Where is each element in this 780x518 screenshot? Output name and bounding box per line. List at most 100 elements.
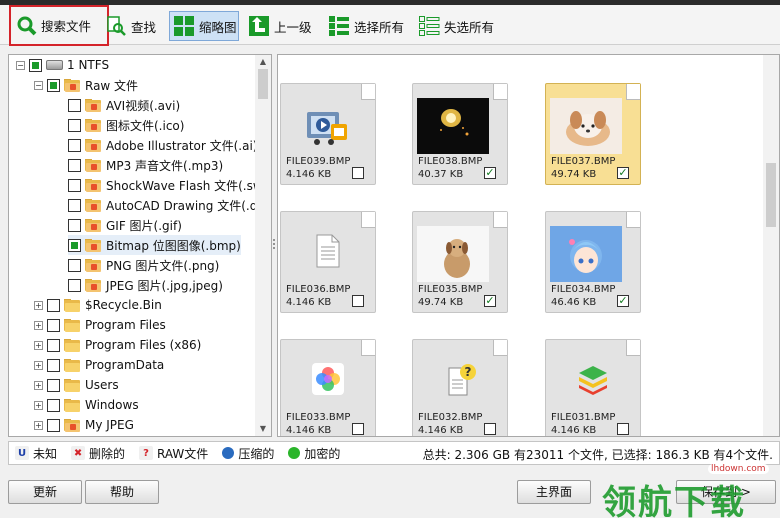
help-button[interactable]: 帮助 bbox=[85, 480, 159, 504]
collapse-icon[interactable]: − bbox=[34, 80, 43, 90]
file-card[interactable]: FILE033.BMP 4.146 KB bbox=[280, 339, 376, 436]
folder-icon bbox=[64, 378, 81, 392]
file-card[interactable]: FILE038.BMP 40.37 KB ✓ bbox=[412, 83, 508, 185]
video-player-icon bbox=[301, 98, 351, 148]
tree-checkbox[interactable] bbox=[68, 218, 81, 232]
expand-icon[interactable]: + bbox=[34, 320, 43, 330]
home-button[interactable]: 主界面 bbox=[517, 480, 591, 504]
tree-checkbox[interactable] bbox=[47, 418, 60, 432]
tree-item-programdata[interactable]: + ProgramData bbox=[34, 355, 164, 375]
tree-item-ai[interactable]: Adobe Illustrator 文件(.ai) bbox=[68, 135, 258, 155]
expand-icon[interactable]: + bbox=[34, 360, 43, 370]
folder-icon bbox=[85, 118, 102, 132]
pane-splitter[interactable] bbox=[272, 54, 276, 437]
tree-checkbox[interactable] bbox=[68, 138, 81, 152]
file-size: 49.74 KB bbox=[551, 169, 597, 180]
thumbnails-label: 缩略图 bbox=[199, 19, 237, 35]
tree-item-users[interactable]: + Users bbox=[34, 375, 119, 395]
find-icon bbox=[107, 16, 126, 36]
scrollbar-thumb[interactable] bbox=[258, 69, 268, 99]
tree-item-bmp[interactable]: Bitmap 位图图像(.bmp) bbox=[68, 235, 241, 255]
grid-scrollbar[interactable] bbox=[763, 55, 779, 436]
tree-checkbox[interactable] bbox=[47, 298, 60, 312]
tree-item-swf[interactable]: ShockWave Flash 文件(.sw bbox=[68, 175, 263, 195]
tree-checkbox[interactable] bbox=[68, 118, 81, 132]
tree-item-windows[interactable]: + Windows bbox=[34, 395, 139, 415]
file-name: FILE038.BMP bbox=[418, 156, 483, 167]
expand-icon[interactable]: + bbox=[34, 300, 43, 310]
tree-item-label: PNG 图片文件(.png) bbox=[106, 258, 220, 273]
scrollbar-thumb[interactable] bbox=[766, 163, 776, 227]
scroll-down-icon[interactable]: ▼ bbox=[255, 422, 271, 436]
file-checkbox[interactable]: ✓ bbox=[617, 295, 629, 307]
tree-checkbox[interactable] bbox=[68, 178, 81, 192]
file-checkbox[interactable]: ✓ bbox=[484, 167, 496, 179]
tree-item-ico[interactable]: 图标文件(.ico) bbox=[68, 115, 184, 135]
up-level-label: 上一级 bbox=[274, 19, 312, 35]
tree-checkbox[interactable] bbox=[47, 398, 60, 412]
tree-checkbox[interactable] bbox=[29, 58, 42, 72]
file-checkbox[interactable] bbox=[352, 167, 364, 179]
file-checkbox[interactable]: ✓ bbox=[617, 167, 629, 179]
tree-item-label: Users bbox=[85, 378, 119, 392]
expand-icon[interactable]: + bbox=[34, 400, 43, 410]
folder-icon bbox=[85, 278, 102, 292]
tree-item-gif[interactable]: GIF 图片(.gif) bbox=[68, 215, 182, 235]
tree-item-program-files[interactable]: + Program Files bbox=[34, 315, 166, 335]
file-checkbox[interactable] bbox=[352, 423, 364, 435]
tree-checkbox[interactable] bbox=[47, 318, 60, 332]
collapse-icon[interactable]: − bbox=[16, 60, 25, 70]
tree-item-ntfs[interactable]: − 1 NTFS bbox=[16, 55, 109, 75]
find-button[interactable]: 查找 bbox=[107, 11, 156, 41]
file-card[interactable]: FILE035.BMP 49.74 KB ✓ bbox=[412, 211, 508, 313]
tree-checkbox[interactable] bbox=[68, 198, 81, 212]
thumbnails-button[interactable]: 缩略图 bbox=[169, 11, 239, 41]
select-all-button[interactable]: 选择所有 bbox=[328, 11, 404, 41]
file-checkbox[interactable] bbox=[352, 295, 364, 307]
document-icon bbox=[315, 234, 341, 268]
file-card[interactable]: FILE034.BMP 46.46 KB ✓ bbox=[545, 211, 641, 313]
tree-item-png[interactable]: PNG 图片文件(.png) bbox=[68, 255, 219, 275]
tree-item-label: GIF 图片(.gif) bbox=[106, 218, 182, 233]
tree-item-label: ProgramData bbox=[85, 358, 165, 372]
tree-checkbox[interactable] bbox=[68, 258, 81, 272]
file-card[interactable]: FILE031.BMP 4.146 KB bbox=[545, 339, 641, 436]
file-checkbox[interactable]: ✓ bbox=[484, 295, 496, 307]
tree-checkbox[interactable] bbox=[47, 378, 60, 392]
tree-item-avi[interactable]: AVI视频(.avi) bbox=[68, 95, 180, 115]
search-files-button[interactable]: 搜索文件 bbox=[9, 5, 109, 46]
deselect-all-button[interactable]: 失选所有 bbox=[418, 11, 494, 41]
file-card[interactable]: FILE039.BMP 4.146 KB bbox=[280, 83, 376, 185]
tree-checkbox[interactable] bbox=[68, 98, 81, 112]
scroll-up-icon[interactable]: ▲ bbox=[255, 55, 271, 69]
tree-item-recycle-bin[interactable]: + $Recycle.Bin bbox=[34, 295, 162, 315]
tree-checkbox[interactable] bbox=[47, 338, 60, 352]
tree-item-mp3[interactable]: MP3 声音文件(.mp3) bbox=[68, 155, 223, 175]
tree-checkbox[interactable] bbox=[47, 78, 60, 92]
tree-scrollbar[interactable]: ▲ ▼ bbox=[255, 55, 271, 436]
tree-item-program-files-x86[interactable]: + Program Files (x86) bbox=[34, 335, 201, 355]
unknown-file-icon: ? bbox=[447, 362, 477, 396]
expand-icon[interactable]: + bbox=[34, 380, 43, 390]
tree-checkbox[interactable] bbox=[47, 358, 60, 372]
folder-icon bbox=[64, 78, 81, 92]
tree-item-raw[interactable]: − Raw 文件 bbox=[34, 75, 138, 95]
tree-item-my-jpeg[interactable]: + My JPEG bbox=[34, 415, 134, 435]
file-card[interactable]: ? FILE032.BMP 4.146 KB bbox=[412, 339, 508, 436]
file-card-selected[interactable]: FILE037.BMP 49.74 KB ✓ bbox=[545, 83, 641, 185]
tree-checkbox[interactable] bbox=[68, 158, 81, 172]
expand-icon[interactable]: + bbox=[34, 340, 43, 350]
folder-icon bbox=[85, 138, 102, 152]
tree-checkbox[interactable] bbox=[68, 278, 81, 292]
tree-item-jpeg[interactable]: JPEG 图片(.jpg,jpeg) bbox=[68, 275, 223, 295]
expand-icon[interactable]: + bbox=[34, 420, 43, 430]
file-checkbox[interactable] bbox=[617, 423, 629, 435]
up-level-button[interactable]: 上一级 bbox=[248, 11, 312, 41]
refresh-button[interactable]: 更新 bbox=[8, 480, 82, 504]
encrypted-icon bbox=[288, 447, 301, 459]
file-checkbox[interactable] bbox=[484, 423, 496, 435]
tree-checkbox[interactable] bbox=[68, 238, 81, 252]
page-fold bbox=[361, 84, 375, 100]
file-card[interactable]: FILE036.BMP 4.146 KB bbox=[280, 211, 376, 313]
tree-item-dwg[interactable]: AutoCAD Drawing 文件(.d bbox=[68, 195, 257, 215]
